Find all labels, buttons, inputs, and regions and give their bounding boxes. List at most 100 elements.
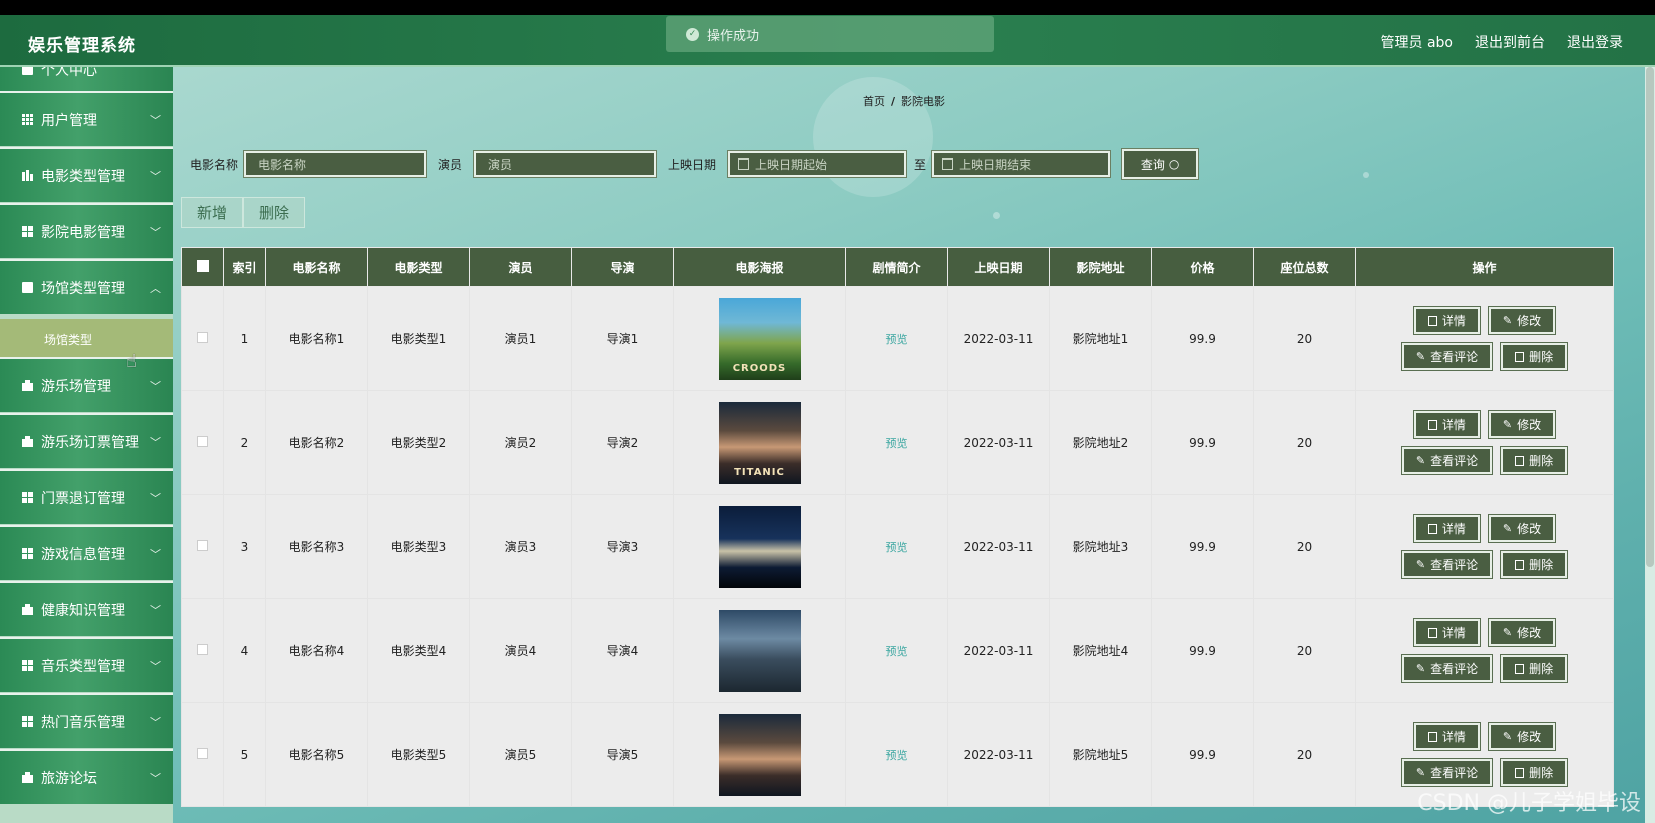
query-button[interactable]: 查询 ○ <box>1122 149 1199 179</box>
comments-label: 查看评论 <box>1430 558 1479 572</box>
success-check-icon: ✓ <box>686 27 699 41</box>
sidebar-subitem-venue-type[interactable]: 场馆类型 <box>0 319 173 359</box>
sidebar-item-hot-music[interactable]: 热门音乐管理 ﹀ <box>0 693 173 748</box>
movie-name-cell: 电影名称5 <box>265 702 368 807</box>
trash-icon <box>1515 663 1525 674</box>
breadcrumb-home[interactable]: 首页 <box>863 95 885 108</box>
release-date-cell: 2022-03-11 <box>947 702 1050 807</box>
row-checkbox[interactable] <box>197 539 208 551</box>
edit-button[interactable]: ✎ 修改 <box>1488 619 1556 646</box>
breadcrumb: 首页 / 影院电影 <box>863 93 945 109</box>
edit-button[interactable]: ✎ 修改 <box>1488 307 1556 334</box>
sidebar-item-venue-types[interactable]: 场馆类型管理 ︿ <box>0 259 173 314</box>
actor-placeholder: 演员 <box>488 157 513 172</box>
edit-button[interactable]: ✎ 修改 <box>1488 515 1556 542</box>
select-all-checkbox[interactable] <box>196 259 209 272</box>
detail-button[interactable]: 详情 <box>1413 723 1480 750</box>
edit-label: 修改 <box>1517 522 1542 536</box>
bulk-delete-button[interactable]: 删除 <box>243 197 305 228</box>
sidebar-item-park-tickets[interactable]: 游乐场订票管理 ﹀ <box>0 413 173 468</box>
scrollbar-thumb[interactable] <box>1646 67 1654 567</box>
movie-type-cell: 电影类型4 <box>367 598 470 703</box>
document-icon <box>1427 627 1437 638</box>
delete-button[interactable]: 删除 <box>1501 343 1568 370</box>
sidebar-item-cinema-movies[interactable]: 影院电影管理 ﹀ <box>0 203 173 258</box>
sidebar-item-health[interactable]: 健康知识管理 ﹀ <box>0 581 173 636</box>
price-cell: 99.9 <box>1151 702 1254 807</box>
movie-name-placeholder: 电影名称 <box>258 157 307 172</box>
movies-table: 索引 电影名称 电影类型 演员 导演 电影海报 剧情简介 上映日期 影院地址 价… <box>181 247 1614 807</box>
chevron-down-icon: ﹀ <box>150 772 161 785</box>
view-comments-button[interactable]: ✎ 查看评论 <box>1401 759 1493 786</box>
exit-to-frontend-link[interactable]: 退出到前台 <box>1475 32 1545 52</box>
actor-cell: 演员2 <box>469 390 572 495</box>
address-cell: 影院地址5 <box>1049 702 1152 807</box>
actor-input[interactable]: 演员 <box>474 151 657 177</box>
vertical-scrollbar[interactable] <box>1645 67 1655 823</box>
row-select-cell <box>181 494 224 599</box>
table-row: 5 电影名称5 电影类型5 演员5 导演5 预览 2022-03-11 影院地址… <box>181 702 1614 807</box>
view-comments-button[interactable]: ✎ 查看评论 <box>1401 447 1493 474</box>
add-button[interactable]: 新增 <box>181 197 243 228</box>
release-date-start-input[interactable]: 上映日期起始 <box>728 151 907 177</box>
chevron-down-icon: ﹀ <box>150 226 161 239</box>
sidebar-item-music-types[interactable]: 音乐类型管理 ﹀ <box>0 637 173 692</box>
edit-button[interactable]: ✎ 修改 <box>1488 411 1556 438</box>
row-checkbox[interactable] <box>197 747 208 759</box>
sidebar-item-label: 影院电影管理 <box>41 224 125 241</box>
synopsis-preview-link[interactable]: 预览 <box>886 645 908 658</box>
sidebar-item-label: 游戏信息管理 <box>41 546 125 563</box>
edit-label: 修改 <box>1517 730 1542 744</box>
sidebar-item-movie-types[interactable]: 电影类型管理 ﹀ <box>0 147 173 202</box>
detail-button[interactable]: 详情 <box>1413 411 1480 438</box>
row-checkbox[interactable] <box>197 435 208 447</box>
sidebar-item-users[interactable]: 用户管理 ﹀ <box>0 91 173 146</box>
synopsis-preview-link[interactable]: 预览 <box>886 541 908 554</box>
pencil-icon: ✎ <box>1415 766 1426 779</box>
sidebar-item-amusement-park[interactable]: 游乐场管理 ﹀ <box>0 357 173 412</box>
edit-button[interactable]: ✎ 修改 <box>1488 723 1556 750</box>
view-comments-button[interactable]: ✎ 查看评论 <box>1401 655 1493 682</box>
sidebar-item-travel-forum[interactable]: 旅游论坛 ﹀ <box>0 749 173 804</box>
delete-button[interactable]: 删除 <box>1501 655 1568 682</box>
row-checkbox[interactable] <box>197 643 208 655</box>
actor-cell: 演员1 <box>469 286 572 391</box>
column-header: 价格 <box>1151 247 1254 287</box>
delete-button[interactable]: 删除 <box>1501 447 1568 474</box>
delete-label: 删除 <box>1529 766 1554 780</box>
toast-message: 操作成功 <box>707 28 760 44</box>
row-checkbox[interactable] <box>197 331 208 343</box>
actor-label: 演员 <box>438 157 463 172</box>
sidebar-item-games[interactable]: 游戏信息管理 ﹀ <box>0 525 173 580</box>
delete-button[interactable]: 删除 <box>1501 759 1568 786</box>
detail-button[interactable]: 详情 <box>1413 619 1480 646</box>
sidebar-item-ticket-refunds[interactable]: 门票退订管理 ﹀ <box>0 469 173 524</box>
view-comments-button[interactable]: ✎ 查看评论 <box>1401 343 1493 370</box>
movie-name-cell: 电影名称2 <box>265 390 368 495</box>
pencil-icon: ✎ <box>1502 626 1513 639</box>
director-cell: 导演5 <box>571 702 674 807</box>
synopsis-preview-link[interactable]: 预览 <box>886 437 908 450</box>
movie-poster-image <box>718 713 801 796</box>
column-header: 操作 <box>1355 247 1614 287</box>
poster-cell <box>673 494 846 599</box>
seats-cell: 20 <box>1253 598 1356 703</box>
success-toast: ✓ 操作成功 <box>666 16 994 52</box>
detail-button[interactable]: 详情 <box>1413 515 1480 542</box>
view-comments-button[interactable]: ✎ 查看评论 <box>1401 551 1493 578</box>
document-icon <box>1427 315 1437 326</box>
admin-user-link[interactable]: 管理员 abo <box>1381 32 1453 52</box>
synopsis-preview-link[interactable]: 预览 <box>886 749 908 762</box>
movie-name-input[interactable]: 电影名称 <box>244 151 427 177</box>
detail-button[interactable]: 详情 <box>1413 307 1480 334</box>
poster-cell <box>673 702 846 807</box>
release-date-cell: 2022-03-11 <box>947 494 1050 599</box>
chevron-down-icon: ﹀ <box>150 548 161 561</box>
briefcase-icon <box>22 604 33 615</box>
logout-link[interactable]: 退出登录 <box>1567 32 1623 52</box>
watermark-text: CSDN @儿子学姐毕设 <box>1417 791 1641 816</box>
delete-button[interactable]: 删除 <box>1501 551 1568 578</box>
release-date-end-input[interactable]: 上映日期结束 <box>932 151 1111 177</box>
synopsis-preview-link[interactable]: 预览 <box>886 333 908 346</box>
release-date-cell: 2022-03-11 <box>947 286 1050 391</box>
